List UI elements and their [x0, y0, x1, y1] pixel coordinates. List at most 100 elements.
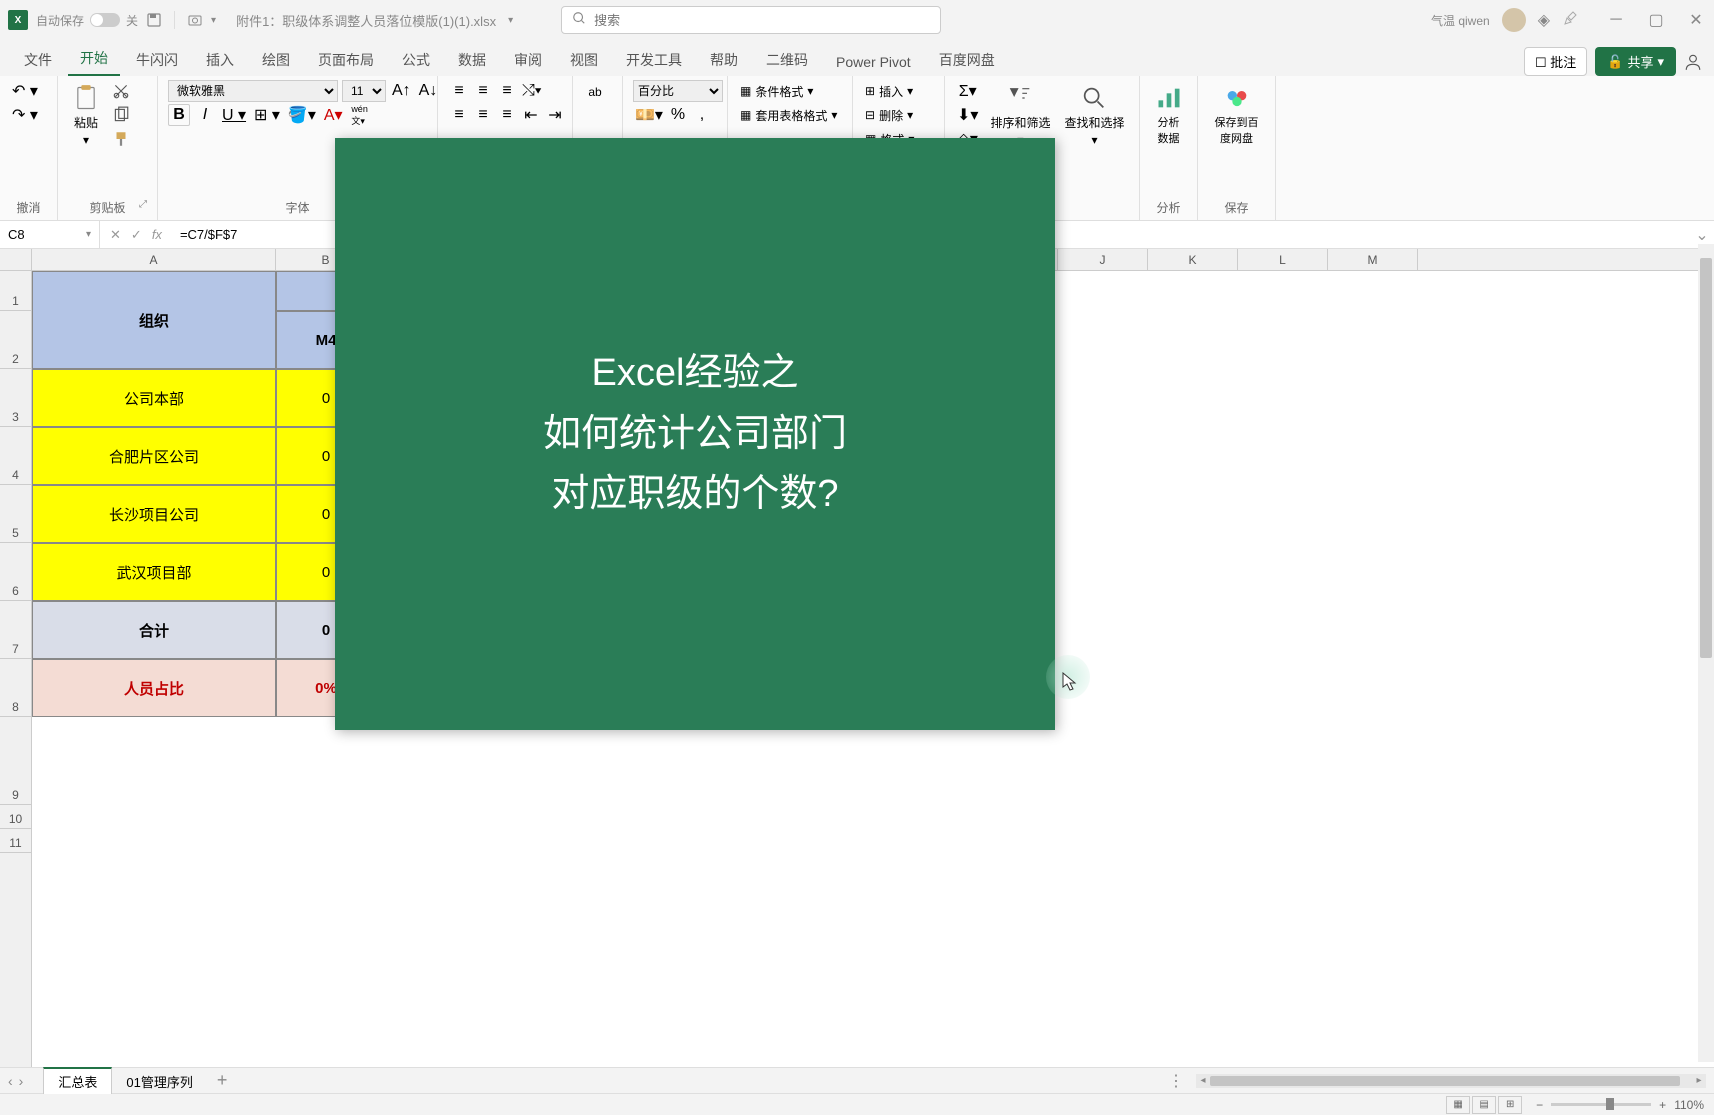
row-header-7[interactable]: 7 — [0, 601, 31, 659]
copy-button[interactable] — [110, 104, 132, 126]
cell-a5[interactable]: 长沙项目公司 — [32, 485, 276, 543]
save-icon[interactable] — [146, 12, 162, 28]
align-right-button[interactable]: ≡ — [496, 104, 518, 126]
cell-a4[interactable]: 合肥片区公司 — [32, 427, 276, 485]
file-name[interactable]: 附件1：职级体系调整人员落位模版(1)(1).xlsx — [236, 11, 496, 30]
comma-button[interactable]: , — [691, 104, 713, 126]
tab-baidu-disk[interactable]: 百度网盘 — [927, 44, 1007, 76]
zoom-level[interactable]: 110% — [1674, 1098, 1704, 1112]
maximize-button[interactable]: ▢ — [1646, 10, 1666, 30]
fx-button[interactable]: fx — [152, 227, 162, 243]
comments-button[interactable]: ☐ 批注 — [1524, 47, 1587, 76]
tab-home[interactable]: 开始 — [68, 42, 120, 76]
font-size-select[interactable]: 11 — [342, 80, 386, 102]
format-painter-button[interactable] — [110, 128, 132, 150]
align-middle-button[interactable]: ≡ — [472, 80, 494, 102]
row-header-2[interactable]: 2 — [0, 311, 31, 369]
undo-button[interactable]: ↶ ▾ — [10, 80, 40, 102]
col-header-l[interactable]: L — [1238, 249, 1328, 270]
scroll-right-button[interactable]: ▸ — [1692, 1075, 1706, 1086]
tab-niushanshanshanshanshan[interactable]: 牛闪闪 — [124, 44, 190, 76]
row-header-1[interactable]: 1 — [0, 271, 31, 311]
row-header-5[interactable]: 5 — [0, 485, 31, 543]
row-header-6[interactable]: 6 — [0, 543, 31, 601]
diamond-icon[interactable]: ◈ — [1538, 10, 1550, 30]
cell-a8[interactable]: 人员占比 — [32, 659, 276, 717]
bold-button[interactable]: B — [168, 104, 190, 126]
orientation-button[interactable]: ⤭▾ — [520, 80, 544, 102]
cancel-formula-button[interactable]: ✕ — [110, 227, 121, 243]
camera-icon[interactable] — [187, 12, 203, 28]
fill-button[interactable]: ⬇▾ — [955, 104, 980, 126]
row-header-9[interactable]: 9 — [0, 717, 31, 805]
tab-developer[interactable]: 开发工具 — [614, 44, 694, 76]
delete-cells-button[interactable]: ⊟ 删除 ▾ — [863, 104, 915, 126]
redo-button[interactable]: ↷ ▾ — [10, 104, 40, 126]
tab-draw[interactable]: 绘图 — [250, 44, 302, 76]
sheet-options-button[interactable]: ⋮ — [1168, 1071, 1184, 1091]
table-format-button[interactable]: ▦ 套用表格格式 ▾ — [738, 104, 839, 126]
decrease-font-button[interactable]: A↓ — [417, 80, 440, 102]
tab-help[interactable]: 帮助 — [698, 44, 750, 76]
zoom-in-button[interactable]: + — [1659, 1098, 1666, 1112]
border-button[interactable]: ⊞ ▾ — [252, 104, 282, 126]
scrollbar-thumb[interactable] — [1210, 1076, 1680, 1086]
cell-a6[interactable]: 武汉项目部 — [32, 543, 276, 601]
cell-a1[interactable]: 组织 — [32, 271, 276, 369]
page-layout-view-button[interactable]: ▤ — [1472, 1096, 1496, 1114]
scrollbar-thumb[interactable] — [1700, 258, 1712, 658]
zoom-slider[interactable] — [1551, 1103, 1651, 1106]
col-header-m[interactable]: M — [1328, 249, 1418, 270]
sheet-tab-summary[interactable]: 汇总表 — [43, 1067, 112, 1094]
number-format-select[interactable]: 百分比 — [633, 80, 723, 102]
row-header-3[interactable]: 3 — [0, 369, 31, 427]
search-input[interactable] — [594, 13, 930, 28]
zoom-out-button[interactable]: − — [1536, 1098, 1543, 1112]
autosum-button[interactable]: Σ▾ — [955, 80, 980, 102]
underline-button[interactable]: U ▾ — [220, 104, 248, 126]
align-bottom-button[interactable]: ≡ — [496, 80, 518, 102]
scroll-left-button[interactable]: ◂ — [1196, 1075, 1210, 1086]
avatar[interactable] — [1502, 8, 1526, 32]
horizontal-scrollbar[interactable]: ◂ ▸ — [1196, 1074, 1706, 1088]
enter-formula-button[interactable]: ✓ — [131, 227, 142, 243]
decrease-indent-button[interactable]: ⇤ — [520, 104, 542, 126]
paste-button[interactable]: 粘贴▾ — [68, 80, 104, 151]
tab-page-layout[interactable]: 页面布局 — [306, 44, 386, 76]
row-header-11[interactable]: 11 — [0, 829, 31, 853]
phonetic-button[interactable]: wén文▾ — [349, 104, 371, 126]
col-header-k[interactable]: K — [1148, 249, 1238, 270]
save-baidu-button[interactable]: 保存到百度网盘 — [1208, 80, 1265, 150]
tab-data[interactable]: 数据 — [446, 44, 498, 76]
tab-insert[interactable]: 插入 — [194, 44, 246, 76]
sheet-next-button[interactable]: › — [19, 1073, 24, 1089]
normal-view-button[interactable]: ▦ — [1446, 1096, 1470, 1114]
name-box[interactable]: C8 ▾ — [0, 221, 100, 248]
select-all-button[interactable] — [0, 249, 32, 271]
sheet-tab-management[interactable]: 01管理序列 — [112, 1068, 206, 1094]
close-button[interactable]: ✕ — [1686, 10, 1706, 30]
tab-power-pivot[interactable]: Power Pivot — [824, 48, 923, 76]
increase-font-button[interactable]: A↑ — [390, 80, 413, 102]
find-select-button[interactable]: 查找和选择▾ — [1060, 80, 1128, 151]
autosave-toggle[interactable]: 自动保存 关 — [36, 12, 138, 29]
tab-view[interactable]: 视图 — [558, 44, 610, 76]
share-button[interactable]: 🔓 共享 ▾ — [1595, 47, 1676, 76]
wrap-merge-button[interactable]: ab — [583, 80, 607, 104]
cut-button[interactable] — [110, 80, 132, 102]
currency-button[interactable]: 💴▾ — [633, 104, 665, 126]
col-header-j[interactable]: J — [1058, 249, 1148, 270]
cell-a7[interactable]: 合计 — [32, 601, 276, 659]
conditional-format-button[interactable]: ▦ 条件格式 ▾ — [738, 80, 815, 102]
row-header-4[interactable]: 4 — [0, 427, 31, 485]
col-header-a[interactable]: A — [32, 249, 276, 270]
cell-a3[interactable]: 公司本部 — [32, 369, 276, 427]
analyze-button[interactable]: 分析数据 — [1150, 80, 1187, 150]
expand-formula-bar-button[interactable]: ⌄ — [1690, 225, 1714, 245]
search-box[interactable] — [561, 6, 941, 34]
tab-file[interactable]: 文件 — [12, 44, 64, 76]
insert-cells-button[interactable]: ⊞ 插入 ▾ — [863, 80, 915, 102]
add-sheet-button[interactable]: + — [207, 1070, 238, 1091]
font-color-button[interactable]: A▾ — [322, 104, 345, 126]
fill-color-button[interactable]: 🪣▾ — [286, 104, 318, 126]
